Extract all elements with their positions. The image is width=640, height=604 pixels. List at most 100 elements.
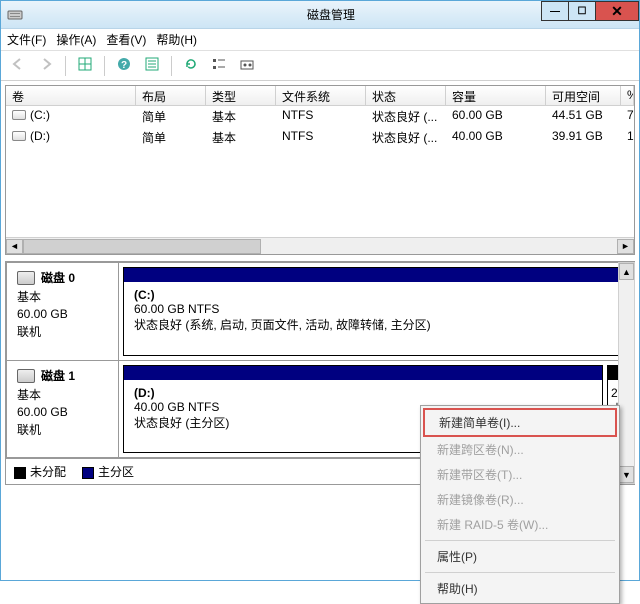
grid-icon (77, 56, 93, 75)
disk-label-panel[interactable]: 磁盘 1 基本 60.00 GB 联机 (7, 361, 119, 457)
svg-text:?: ? (121, 60, 127, 71)
context-menu-separator (425, 572, 615, 573)
legend-primary-label: 主分区 (98, 465, 134, 479)
settings-button[interactable] (236, 55, 258, 77)
col-type[interactable]: 类型 (206, 86, 276, 105)
disk-size: 60.00 GB (17, 307, 108, 321)
list-button[interactable] (208, 55, 230, 77)
partition-name: (C:) (134, 288, 618, 302)
col-volume[interactable]: 卷 (6, 86, 136, 105)
context-menu-item: 新建 RAID-5 卷(W)... (423, 512, 617, 537)
partition-name: (D:) (134, 386, 592, 400)
toolbar: ? (1, 51, 639, 81)
volume-header-row: 卷 布局 类型 文件系统 状态 容量 可用空间 % (6, 86, 634, 106)
v-scrollbar[interactable]: ▲ ▼ (618, 262, 635, 484)
context-menu-separator (425, 540, 615, 541)
drive-icon (12, 110, 26, 120)
vol-capacity: 60.00 GB (446, 106, 546, 127)
disk-label: 磁盘 0 (41, 269, 75, 286)
grid-button[interactable] (74, 55, 96, 77)
partition-status: 状态良好 (系统, 启动, 页面文件, 活动, 故障转储, 主分区) (134, 316, 618, 333)
col-capacity[interactable]: 容量 (446, 86, 546, 105)
menu-view[interactable]: 查看(V) (106, 31, 146, 48)
legend-unalloc-label: 未分配 (30, 465, 66, 479)
vol-free: 39.91 GB (546, 127, 621, 148)
disk-state: 联机 (17, 323, 108, 340)
maximize-button[interactable]: ☐ (568, 1, 596, 21)
h-scrollbar[interactable]: ◄ ► (6, 237, 634, 254)
disk-row: 磁盘 0基本60.00 GB联机(C:)60.00 GB NTFS状态良好 (系… (6, 262, 634, 360)
vol-fs: NTFS (276, 127, 366, 148)
disk-kind: 基本 (17, 386, 108, 403)
col-pct[interactable]: % (621, 86, 634, 105)
context-menu-item[interactable]: 属性(P) (423, 544, 617, 569)
disk-state: 联机 (17, 421, 108, 438)
volume-row[interactable]: (C:)简单基本NTFS状态良好 (...60.00 GB44.51 GB74 (6, 106, 634, 127)
props-button[interactable] (141, 55, 163, 77)
help-button[interactable]: ? (113, 55, 135, 77)
close-button[interactable]: ✕ (595, 1, 639, 21)
list-icon (211, 56, 227, 75)
vol-pct: 10 (621, 127, 634, 148)
scroll-up-button[interactable]: ▲ (619, 263, 634, 280)
hdd-icon (17, 369, 35, 383)
vol-capacity: 40.00 GB (446, 127, 546, 148)
disk-content: (C:)60.00 GB NTFS状态良好 (系统, 启动, 页面文件, 活动,… (119, 263, 633, 360)
partition-color-bar (124, 268, 628, 282)
properties-icon (144, 56, 160, 75)
legend-unalloc: 未分配 (14, 463, 66, 480)
disk-label: 磁盘 1 (41, 367, 75, 384)
context-menu: 新建简单卷(I)...新建跨区卷(N)...新建带区卷(T)...新建镜像卷(R… (420, 405, 620, 604)
app-icon (7, 7, 23, 23)
minimize-button[interactable]: — (541, 1, 569, 21)
legend-swatch-unalloc (14, 467, 26, 479)
help-icon: ? (116, 56, 132, 75)
refresh-button[interactable] (180, 55, 202, 77)
menu-help[interactable]: 帮助(H) (156, 31, 197, 48)
col-filesystem[interactable]: 文件系统 (276, 86, 366, 105)
menu-file[interactable]: 文件(F) (7, 31, 46, 48)
partition-primary[interactable]: (C:)60.00 GB NTFS状态良好 (系统, 启动, 页面文件, 活动,… (123, 267, 629, 356)
context-menu-item: 新建镜像卷(R)... (423, 487, 617, 512)
forward-button[interactable] (35, 55, 57, 77)
vol-layout: 简单 (136, 127, 206, 148)
volume-row[interactable]: (D:) 简单基本NTFS状态良好 (...40.00 GB39.91 GB10 (6, 127, 634, 148)
scroll-thumb[interactable] (23, 239, 261, 254)
v-scroll-track[interactable] (619, 280, 634, 466)
vol-layout: 简单 (136, 106, 206, 127)
scroll-track[interactable] (23, 239, 617, 254)
context-menu-item[interactable]: 帮助(H) (423, 576, 617, 601)
drive-icon (12, 131, 26, 141)
vol-status: 状态良好 (... (366, 127, 446, 148)
vol-type: 基本 (206, 127, 276, 148)
scroll-left-button[interactable]: ◄ (6, 239, 23, 254)
legend-primary: 主分区 (82, 463, 134, 480)
context-menu-item: 新建带区卷(T)... (423, 462, 617, 487)
back-icon (10, 56, 26, 75)
disk-label-panel[interactable]: 磁盘 0基本60.00 GB联机 (7, 263, 119, 360)
hdd-icon (17, 271, 35, 285)
back-button[interactable] (7, 55, 29, 77)
title-bar: 磁盘管理 — ☐ ✕ (1, 1, 639, 29)
col-free[interactable]: 可用空间 (546, 86, 621, 105)
volume-list: 卷 布局 类型 文件系统 状态 容量 可用空间 % (C:)简单基本NTFS状态… (5, 85, 635, 255)
vol-type: 基本 (206, 106, 276, 127)
scroll-right-button[interactable]: ► (617, 239, 634, 254)
col-layout[interactable]: 布局 (136, 86, 206, 105)
vol-fs: NTFS (276, 106, 366, 127)
refresh-icon (183, 56, 199, 75)
toolbar-divider (104, 56, 105, 76)
partition-desc: 60.00 GB NTFS (134, 302, 618, 316)
context-menu-item[interactable]: 新建简单卷(I)... (423, 408, 617, 437)
col-status[interactable]: 状态 (366, 86, 446, 105)
disk-size: 60.00 GB (17, 405, 108, 419)
settings-icon (239, 56, 255, 75)
vol-name: (D:) (30, 129, 50, 143)
toolbar-divider (171, 56, 172, 76)
scroll-down-button[interactable]: ▼ (619, 466, 634, 483)
vol-name: (C:) (30, 108, 50, 122)
context-menu-item: 新建跨区卷(N)... (423, 437, 617, 462)
vol-pct: 74 (621, 106, 634, 127)
menu-action[interactable]: 操作(A) (56, 31, 96, 48)
volume-body: (C:)简单基本NTFS状态良好 (...60.00 GB44.51 GB74(… (6, 106, 634, 237)
